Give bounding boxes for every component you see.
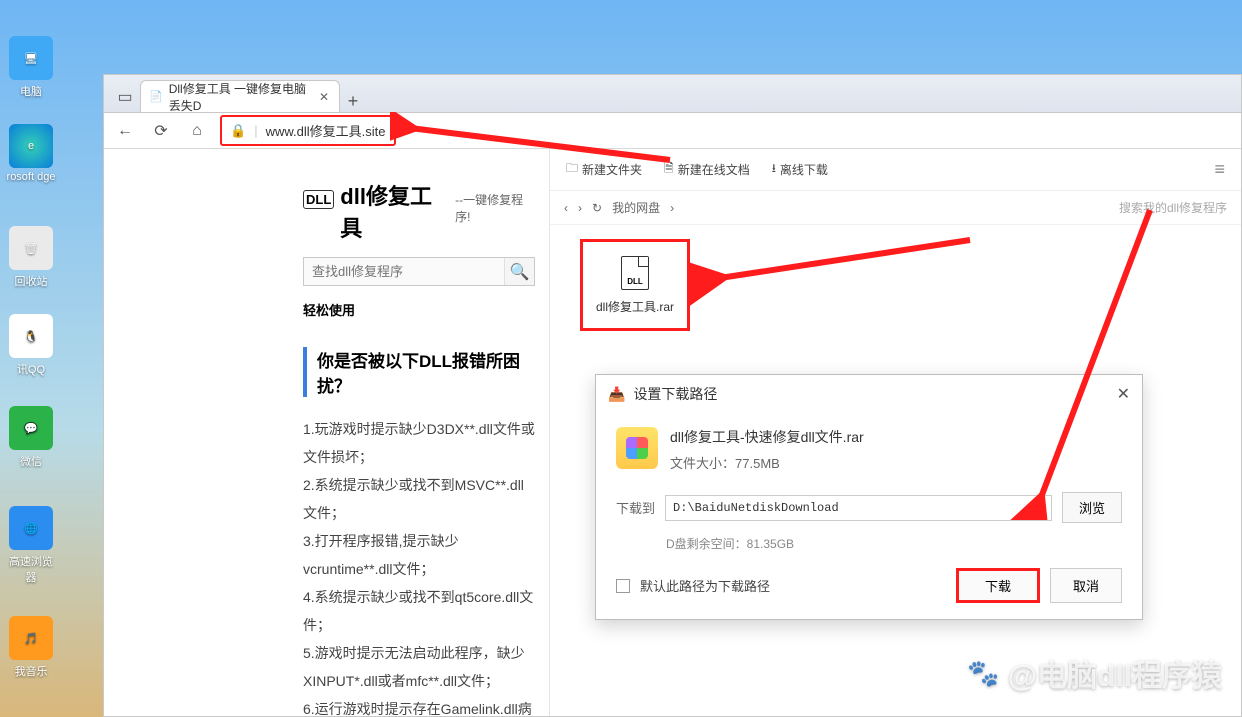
- app-icon: [616, 427, 658, 469]
- desktop-icon-edge[interactable]: e rosoft dge: [4, 124, 58, 183]
- paw-icon: 🐾: [967, 658, 999, 689]
- dialog-filename: dll修复工具-快速修复dll文件.rar: [670, 427, 864, 447]
- download-button[interactable]: 下载: [956, 568, 1040, 603]
- search-input[interactable]: [304, 258, 504, 285]
- dialog-title-bar: 📥 设置下载路径 ✕: [596, 375, 1142, 413]
- site-sidebar: DLL dll修复工具 --一键修复程序! 🔍 轻松使用 你是否被以下DLL报错…: [289, 149, 549, 716]
- watermark: 🐾 @电脑dll程序猿: [967, 651, 1222, 695]
- search-icon[interactable]: 🔍: [504, 258, 534, 285]
- favicon: 📄: [149, 90, 163, 104]
- download-icon: ⭳: [772, 159, 776, 180]
- desktop-icon-label: 电脑: [20, 86, 42, 98]
- desktop-icon-qq[interactable]: 🐧 讯QQ: [4, 314, 58, 377]
- nav-forward-icon[interactable]: ›: [578, 201, 582, 215]
- nav-refresh-icon[interactable]: ↻: [592, 201, 602, 215]
- list-item: 2.系统提示缺少或找不到MSVC**.dll文件；: [303, 471, 535, 527]
- site-title: dll修复工具: [340, 179, 449, 243]
- dll-icon: DLL: [303, 190, 334, 209]
- main-panel: 🗀新建文件夹 🗎新建在线文档 ⭳离线下载 ≡ ‹ › ↻ 我的网盘 › 搜索我的…: [549, 149, 1241, 716]
- list-item: 1.玩游戏时提示缺少D3DX**.dll文件或文件损坏；: [303, 415, 535, 471]
- downloadto-label: 下载到: [616, 498, 655, 517]
- close-tab-icon[interactable]: ✕: [317, 90, 331, 104]
- desktop-icon-label: rosoft dge: [7, 171, 56, 183]
- desktop-icon-computer[interactable]: 🖥 电脑: [4, 36, 58, 99]
- desktop-icon-label: 我音乐: [15, 666, 48, 678]
- dialog-filesize: 文件大小：77.5MB: [670, 453, 864, 472]
- default-path-label: 默认此路径为下载路径: [640, 576, 770, 595]
- breadcrumb-label[interactable]: 我的网盘: [612, 199, 660, 216]
- download-dialog: 📥 设置下载路径 ✕ dll修复工具-快速修复dll文件.rar 文件大小：77…: [595, 374, 1143, 620]
- list-item: 6.运行游戏时提示存在Gamelink.dll病毒；: [303, 695, 535, 717]
- site-logo: DLL dll修复工具 --一键修复程序!: [303, 179, 535, 243]
- cancel-button[interactable]: 取消: [1050, 568, 1122, 603]
- tabbar: ▭ 📄 Dll修复工具 一键修复电脑丢失D ✕ +: [104, 75, 1241, 113]
- dialog-title: 设置下载路径: [633, 384, 717, 404]
- breadcrumb: ‹ › ↻ 我的网盘 › 搜索我的dll修复程序: [550, 191, 1241, 225]
- refresh-button[interactable]: ⟳: [148, 118, 174, 144]
- navbar: ← ⟳ ⌂ 🔒 | www.dll修复工具.site: [104, 113, 1241, 149]
- disk-free: D盘剩余空间：81.35GB: [596, 529, 1142, 552]
- desktop-icon-wechat[interactable]: 💬 微信: [4, 406, 58, 469]
- address-bar[interactable]: 🔒 | www.dll修复工具.site: [220, 115, 396, 146]
- home-button[interactable]: ⌂: [184, 118, 210, 144]
- tabs-overview-button[interactable]: ▭: [110, 82, 140, 112]
- doc-icon: 🗎: [664, 159, 674, 180]
- url-text: www.dll修复工具.site: [266, 121, 386, 140]
- lock-icon: 🔒: [230, 123, 246, 139]
- folder-plus-icon: 🗀: [566, 159, 578, 180]
- sidebar-headline: 你是否被以下DLL报错所困扰？: [303, 347, 535, 397]
- browse-button[interactable]: 浏览: [1062, 492, 1122, 523]
- settings-icon: 📥: [608, 386, 625, 403]
- watermark-text: @电脑dll程序猿: [1008, 651, 1222, 695]
- list-item: 5.游戏时提示无法启动此程序，缺少XINPUT*.dll或者mfc**.dll文…: [303, 639, 535, 695]
- easy-use-label: 轻松使用: [303, 300, 535, 319]
- menu-icon[interactable]: ≡: [1214, 159, 1225, 180]
- file-item[interactable]: DLL dll修复工具.rar: [580, 239, 690, 331]
- toolbar-newdoc[interactable]: 🗎新建在线文档: [664, 159, 750, 180]
- sidebar-items: 1.玩游戏时提示缺少D3DX**.dll文件或文件损坏； 2.系统提示缺少或找不…: [303, 415, 535, 717]
- nav-back-icon[interactable]: ‹: [564, 201, 568, 215]
- path-input[interactable]: [665, 495, 1052, 521]
- tab-title: Dll修复工具 一键修复电脑丢失D: [169, 80, 311, 114]
- toolbar: 🗀新建文件夹 🗎新建在线文档 ⭳离线下载 ≡: [550, 149, 1241, 191]
- desktop-icon-label: 讯QQ: [17, 364, 45, 376]
- sidebar-search: 🔍: [303, 257, 535, 286]
- close-icon[interactable]: ✕: [1117, 384, 1130, 404]
- default-path-checkbox[interactable]: [616, 579, 630, 593]
- toolbar-offline[interactable]: ⭳离线下载: [772, 159, 828, 180]
- desktop-icon-label: 高速浏览器: [9, 556, 53, 584]
- back-button[interactable]: ←: [112, 118, 138, 144]
- tab-active[interactable]: 📄 Dll修复工具 一键修复电脑丢失D ✕: [140, 80, 340, 112]
- browser-window: ▭ 📄 Dll修复工具 一键修复电脑丢失D ✕ + ← ⟳ ⌂ 🔒 | www.…: [103, 74, 1242, 717]
- desktop-icon-label: 微信: [20, 456, 42, 468]
- toolbar-newfolder[interactable]: 🗀新建文件夹: [566, 159, 642, 180]
- new-tab-button[interactable]: +: [340, 91, 366, 112]
- list-item: 3.打开程序报错,提示缺少vcruntime**.dll文件；: [303, 527, 535, 583]
- desktop-icon-browser[interactable]: 🌐 高速浏览器: [4, 506, 58, 585]
- file-icon: DLL: [621, 256, 649, 290]
- desktop-icon-recycle[interactable]: 🗑 回收站: [4, 226, 58, 289]
- site-subtitle: --一键修复程序!: [455, 191, 535, 225]
- desktop-icon-label: 回收站: [15, 276, 48, 288]
- file-name: dll修复工具.rar: [596, 298, 674, 315]
- list-item: 4.系统提示缺少或找不到qt5core.dll文件；: [303, 583, 535, 639]
- desktop-icon-music[interactable]: 🎵 我音乐: [4, 616, 58, 679]
- panel-search-placeholder[interactable]: 搜索我的dll修复程序: [1119, 199, 1227, 216]
